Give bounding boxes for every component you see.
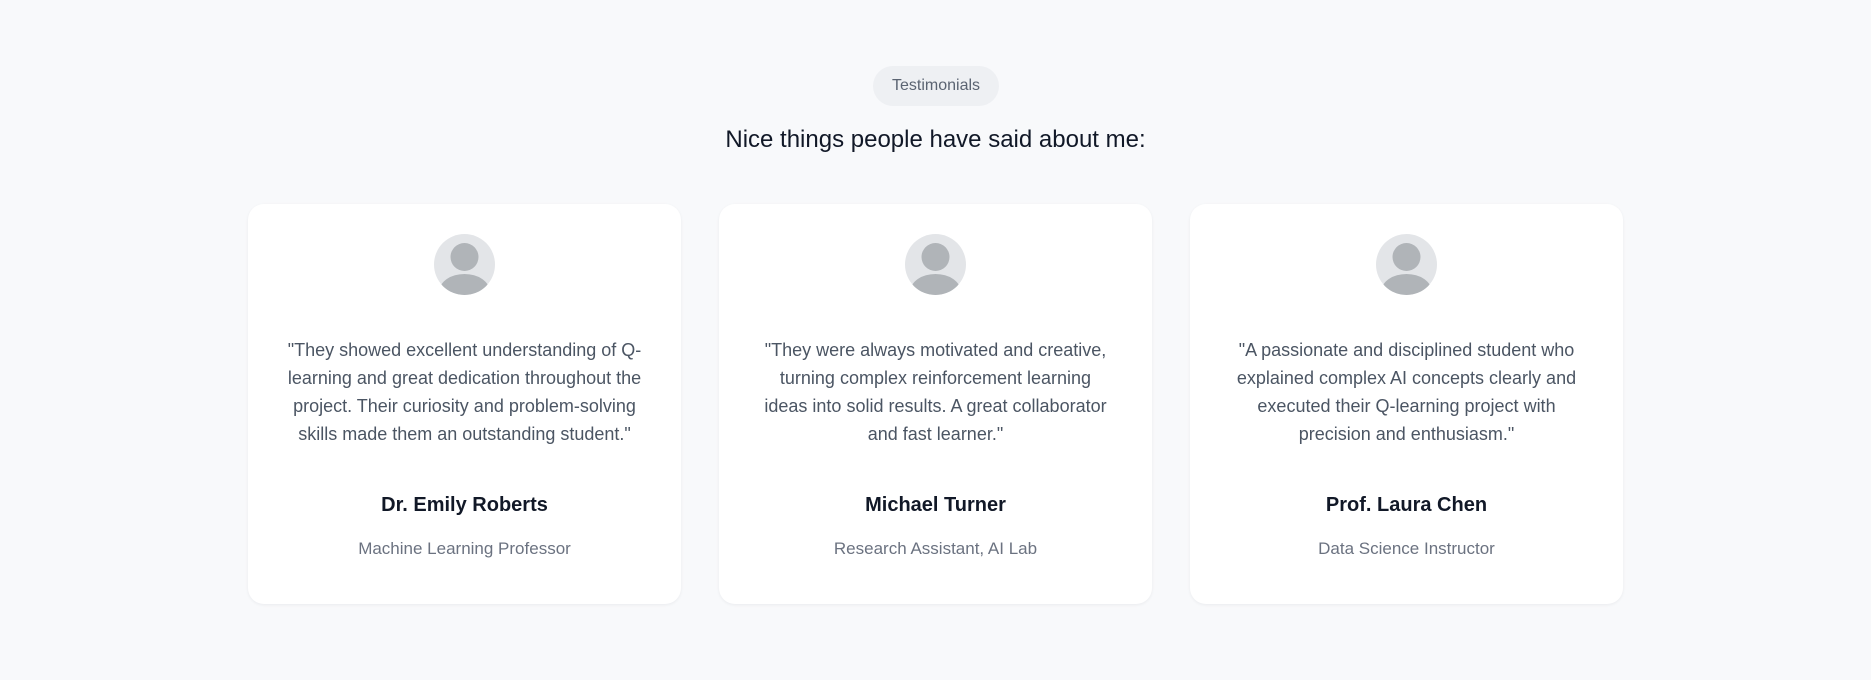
testimonial-author-name: Dr. Emily Roberts [381, 494, 548, 516]
testimonial-quote: "They were always motivated and creative… [764, 340, 1107, 444]
section-badge: Testimonials [873, 66, 999, 106]
testimonials-section: Testimonials Nice things people have sai… [0, 0, 1871, 680]
user-silhouette-icon [1376, 234, 1437, 295]
testimonial-card: "They showed excellent understanding of … [248, 204, 681, 604]
testimonial-card: "A passionate and disciplined student wh… [1190, 204, 1623, 604]
testimonial-author-name: Michael Turner [865, 494, 1006, 516]
testimonial-quote: "A passionate and disciplined student wh… [1236, 340, 1577, 444]
testimonial-cards: "They showed excellent understanding of … [248, 204, 1623, 604]
testimonial-quote: "They showed excellent understanding of … [287, 340, 642, 444]
testimonial-author-role: Data Science Instructor [1318, 539, 1495, 558]
user-silhouette-icon [434, 234, 495, 295]
testimonial-author-role: Research Assistant, AI Lab [833, 539, 1038, 558]
testimonial-card: "They were always motivated and creative… [719, 204, 1152, 604]
testimonial-author-role: Machine Learning Professor [358, 539, 571, 558]
testimonial-author-name: Prof. Laura Chen [1325, 494, 1488, 516]
section-heading: Nice things people have said about me: [725, 126, 1146, 153]
user-silhouette-icon [905, 234, 966, 295]
